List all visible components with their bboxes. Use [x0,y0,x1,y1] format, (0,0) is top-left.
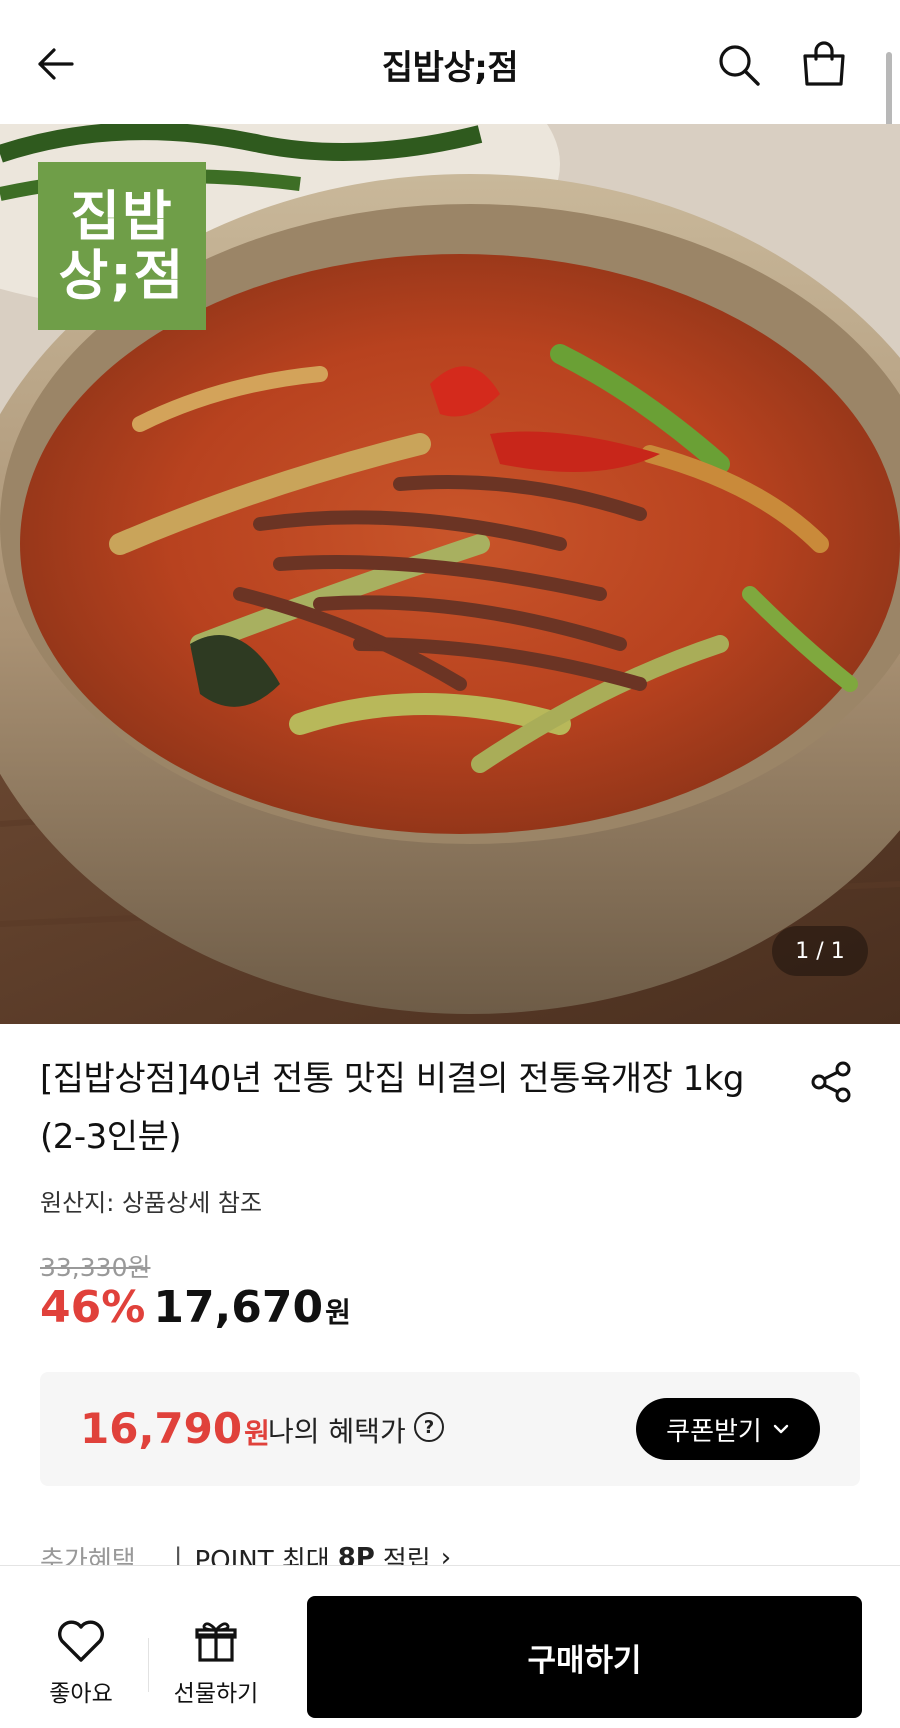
gift-button[interactable]: 선물하기 [166,1618,266,1708]
origin-info: 원산지: 상품상세 참조 [40,1189,263,1217]
like-label: 좋아요 [49,1681,113,1707]
benefit-price: 16,790 원 [80,1404,270,1453]
share-icon [811,1061,851,1103]
heart-icon [58,1620,104,1662]
benefit-price-currency: 원 [244,1417,270,1450]
chevron-down-icon [773,1424,789,1434]
coupon-button-label: 쿠폰받기 [666,1416,762,1447]
original-price: 33,330원 [40,1253,151,1282]
divider [148,1638,149,1692]
gift-label: 선물하기 [173,1681,259,1707]
search-button[interactable] [712,38,766,92]
search-icon [719,45,760,86]
gift-icon [195,1622,237,1662]
cart-button[interactable] [796,36,852,92]
help-icon[interactable]: ? [414,1412,444,1442]
coupon-button[interactable]: 쿠폰받기 [636,1398,820,1460]
benefit-label: 나의 혜택가 [268,1415,406,1448]
buy-button[interactable]: 구매하기 [307,1596,862,1718]
brand-badge-line1: 집밥 [70,184,174,248]
share-button[interactable] [804,1054,860,1110]
image-page-counter: 1 / 1 [772,926,868,976]
benefit-price-value: 16,790 [80,1404,243,1453]
like-button[interactable]: 좋아요 [42,1618,120,1708]
sale-price-currency: 원 [325,1296,351,1329]
shopping-bag-icon [803,41,845,86]
brand-badge: 집밥 상;점 [38,162,206,330]
brand-badge-line2: 상;점 [58,244,186,307]
discount-rate: 46% [40,1282,146,1333]
product-title: [집밥상점]40년 전통 맛집 비결의 전통육개장 1kg (2-3인분) [40,1059,745,1157]
sale-price: 17,670 [153,1282,324,1333]
product-image-carousel[interactable]: 집밥 상;점 1 / 1 [0,124,900,1024]
top-app-bar: 집밥상;점 [0,0,900,124]
bottom-action-bar: 좋아요 선물하기 구매하기 [0,1565,900,1728]
price-row: 46% 17,670 원 [40,1282,351,1333]
benefit-price-box: 16,790 원 나의 혜택가 ? 쿠폰받기 [40,1372,860,1486]
